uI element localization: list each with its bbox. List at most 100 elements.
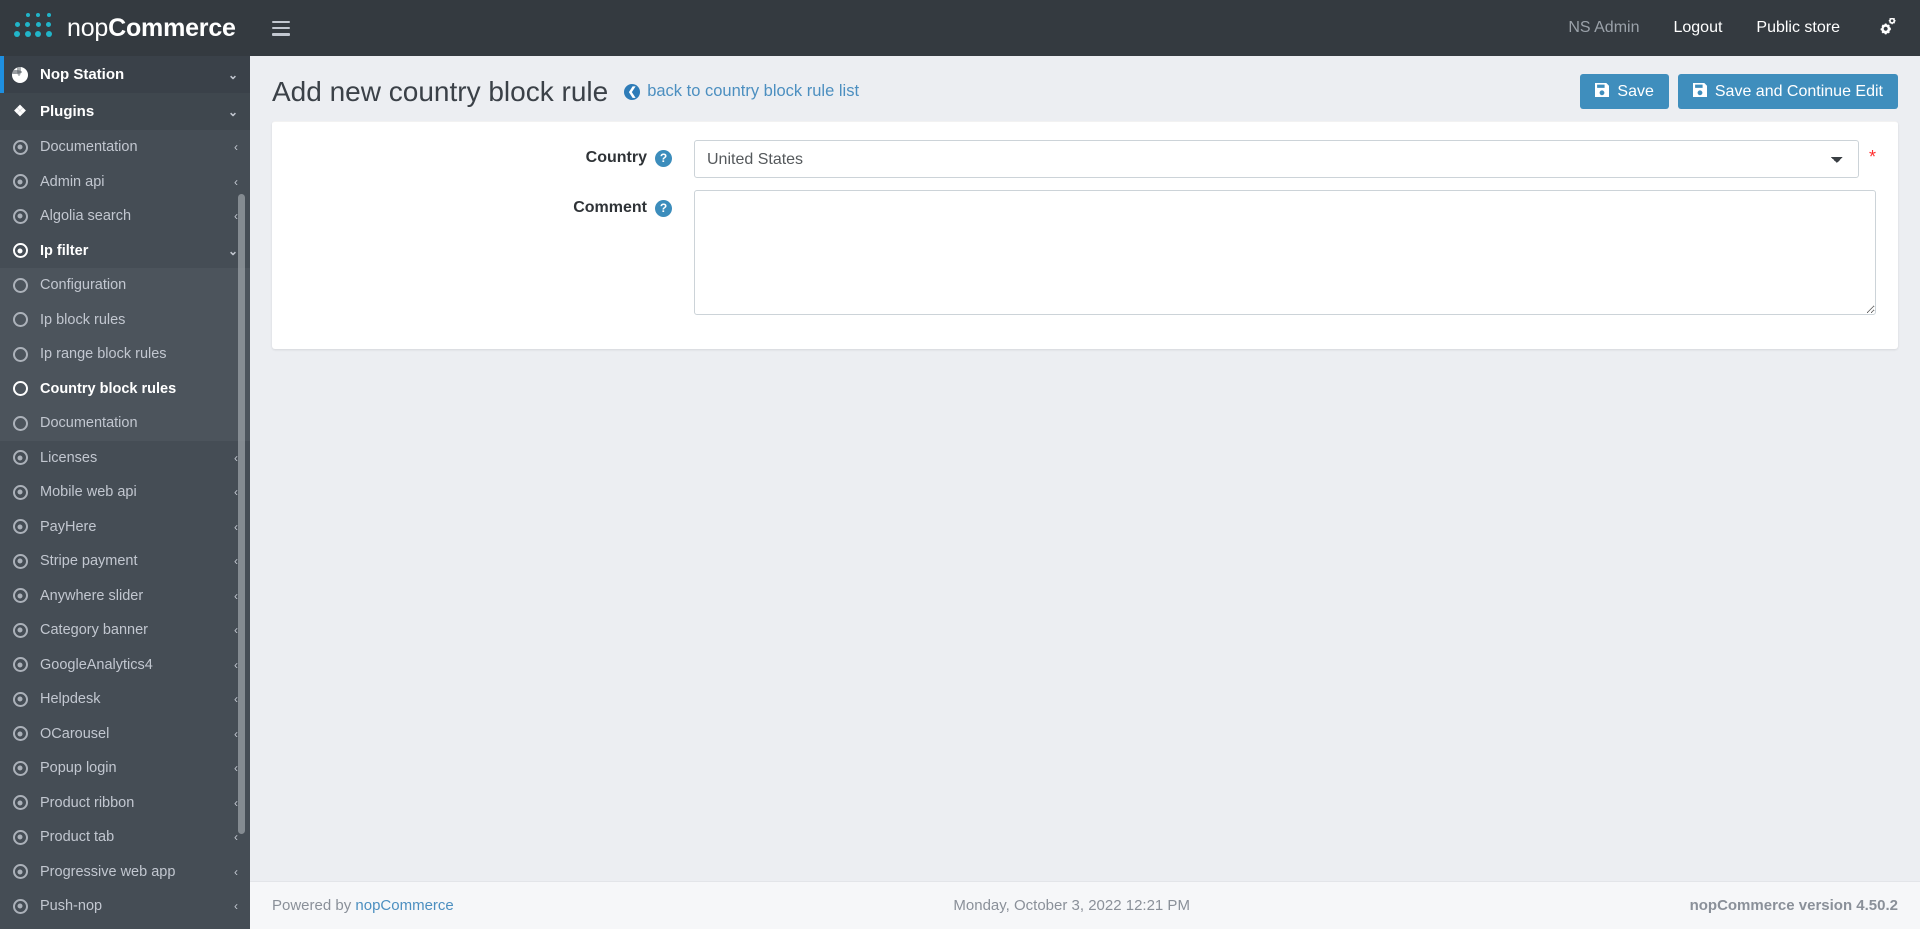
sidebar-item-ip-range-block-rules[interactable]: Ip range block rules [0, 337, 250, 372]
brand-name-light: nop [67, 13, 109, 42]
question-mark-icon[interactable]: ? [655, 149, 672, 167]
sidebar-item-documentation[interactable]: Documentation [0, 406, 250, 441]
radio-filled-icon [0, 898, 40, 914]
sidebar-item-country-block-rules[interactable]: Country block rules [0, 372, 250, 407]
sidebar-item-label: Ip filter [40, 242, 89, 259]
comment-label: Comment [573, 199, 647, 216]
form-row-comment: Comment ? [294, 190, 1876, 315]
sidebar-item-ocarousel[interactable]: OCarousel ‹ [0, 716, 250, 751]
sidebar-item-nop-station[interactable]: Nop Station ⌄ [0, 56, 250, 93]
sidebar-item-push-nop[interactable]: Push-nop ‹ [0, 889, 250, 924]
radio-filled-icon [0, 829, 40, 845]
sidebar-item-plugins[interactable]: ❖ Plugins ⌄ [0, 93, 250, 130]
radio-filled-icon [0, 726, 40, 742]
sidebar-item-label: Product ribbon [40, 794, 135, 811]
radio-filled-icon [0, 484, 40, 500]
sidebar-item-payhere[interactable]: PayHere ‹ [0, 509, 250, 544]
sidebar-item-label: Mobile web api [40, 484, 137, 501]
circle-icon [0, 381, 40, 397]
footer-date: Monday, October 3, 2022 12:21 PM [953, 897, 1190, 914]
sidebar-item-mobile-web-api[interactable]: Mobile web api ‹ [0, 475, 250, 510]
content-body: Country ? United States * Comment ? [250, 121, 1920, 881]
question-mark-icon[interactable]: ? [655, 199, 672, 217]
sidebar-item-label: Push-nop [40, 898, 103, 915]
sidebar-item-helpdesk[interactable]: Helpdesk ‹ [0, 682, 250, 717]
radio-filled-icon [0, 760, 40, 776]
chevron-left-icon: ‹ [234, 830, 238, 845]
brand-logo[interactable]: nopCommerce [0, 0, 250, 56]
comment-control-wrap [694, 190, 1876, 315]
back-to-list-link[interactable]: ❮ back to country block rule list [624, 82, 859, 101]
radio-filled-icon [0, 450, 40, 466]
sidebar-item-label: Stripe payment [40, 553, 138, 570]
logout-link[interactable]: Logout [1673, 19, 1722, 37]
sidebar-item-label: Licenses [40, 449, 98, 466]
save-button[interactable]: Save [1580, 74, 1669, 109]
sidebar-menu[interactable]: Nop Station ⌄ ❖ Plugins ⌄ Documentation ‹… [0, 56, 250, 929]
sidebar-item-product-ribbon[interactable]: Product ribbon ‹ [0, 785, 250, 820]
radio-filled-icon [0, 691, 40, 707]
sidebar-item-anywhere-slider[interactable]: Anywhere slider ‹ [0, 578, 250, 613]
country-label-group: Country ? [294, 140, 694, 167]
save-and-continue-edit-button[interactable]: Save and Continue Edit [1677, 74, 1898, 109]
chevron-down-icon: ⌄ [227, 67, 238, 82]
sidebar-item-algolia-search[interactable]: Algolia search ‹ [0, 199, 250, 234]
sidebar-item-googleanalytics4[interactable]: GoogleAnalytics4 ‹ [0, 647, 250, 682]
save-and-continue-edit-label: Save and Continue Edit [1714, 82, 1883, 100]
main-area: NS Admin Logout Public store Add new cou… [250, 0, 1920, 929]
radio-filled-icon [0, 795, 40, 811]
circle-icon [0, 415, 40, 431]
radio-filled-icon [0, 208, 40, 224]
active-accent-bar [0, 56, 4, 93]
chevron-down-icon: ⌄ [227, 243, 238, 258]
page-title: Add new country block rule [272, 75, 609, 107]
footer-version: nopCommerce version 4.50.2 [1689, 897, 1898, 914]
comment-textarea[interactable] [694, 190, 1876, 315]
sidebar-item-configuration[interactable]: Configuration [0, 268, 250, 303]
top-navbar: NS Admin Logout Public store [250, 0, 1920, 56]
radio-filled-icon [0, 657, 40, 673]
sidebar-item-label: Helpdesk [40, 691, 101, 708]
nopcommerce-link[interactable]: nopCommerce [355, 897, 453, 914]
public-store-link[interactable]: Public store [1756, 19, 1840, 37]
sidebar-item-label: Documentation [40, 139, 138, 156]
sidebar-item-admin-api[interactable]: Admin api ‹ [0, 164, 250, 199]
sidebar-item-label: GoogleAnalytics4 [40, 656, 153, 673]
page-footer: Powered by nopCommerce Monday, October 3… [250, 881, 1920, 929]
sidebar-item-label: Category banner [40, 622, 149, 639]
sidebar-item-progressive-web-app[interactable]: Progressive web app ‹ [0, 854, 250, 889]
floppy-disk-icon [1692, 83, 1707, 100]
country-select[interactable]: United States [694, 140, 1859, 178]
circle-icon [0, 346, 40, 362]
sidebar-plugin-group-rest: Licenses ‹ Mobile web api ‹ PayHere ‹ Stripe p… [0, 440, 250, 924]
admin-page: nopCommerce Nop Station ⌄ ❖ Plugins ⌄ Do… [0, 0, 1920, 929]
sidebar-item-label: Country block rules [40, 380, 177, 397]
sidebar-item-ip-block-rules[interactable]: Ip block rules [0, 303, 250, 338]
hamburger-icon[interactable] [272, 20, 290, 36]
sidebar-plugin-group-top: Documentation ‹ Admin api ‹ Algolia search ‹ I… [0, 130, 250, 268]
sidebar-item-category-banner[interactable]: Category banner ‹ [0, 613, 250, 648]
brand-name-bold: Commerce [108, 13, 236, 42]
sidebar-item-label: Anywhere slider [40, 587, 144, 604]
radio-filled-icon [0, 174, 40, 190]
radio-filled-icon [0, 588, 40, 604]
chevron-left-icon: ‹ [234, 899, 238, 914]
radio-filled-icon [0, 243, 40, 259]
cogs-icon[interactable] [1878, 16, 1898, 39]
sidebar-item-documentation[interactable]: Documentation ‹ [0, 130, 250, 165]
arrow-circle-left-icon: ❮ [624, 83, 641, 100]
account-name-link[interactable]: NS Admin [1568, 19, 1639, 37]
sidebar-item-product-tab[interactable]: Product tab ‹ [0, 820, 250, 855]
sidebar-item-label: Ip range block rules [40, 346, 167, 363]
sidebar-item-stripe-payment[interactable]: Stripe payment ‹ [0, 544, 250, 579]
sidebar-scrollbar-thumb[interactable] [238, 194, 245, 834]
sidebar-item-ip-filter[interactable]: Ip filter ⌄ [0, 233, 250, 268]
sidebar-item-popup-login[interactable]: Popup login ‹ [0, 751, 250, 786]
sidebar-item-licenses[interactable]: Licenses ‹ [0, 440, 250, 475]
sidebar-item-label: Ip block rules [40, 311, 126, 328]
chevron-left-icon: ‹ [234, 864, 238, 879]
nopcommerce-dots-logo [14, 13, 60, 43]
sidebar-item-label: Configuration [40, 277, 127, 294]
sidebar: nopCommerce Nop Station ⌄ ❖ Plugins ⌄ Do… [0, 0, 250, 929]
sidebar-item-label: Popup login [40, 760, 117, 777]
